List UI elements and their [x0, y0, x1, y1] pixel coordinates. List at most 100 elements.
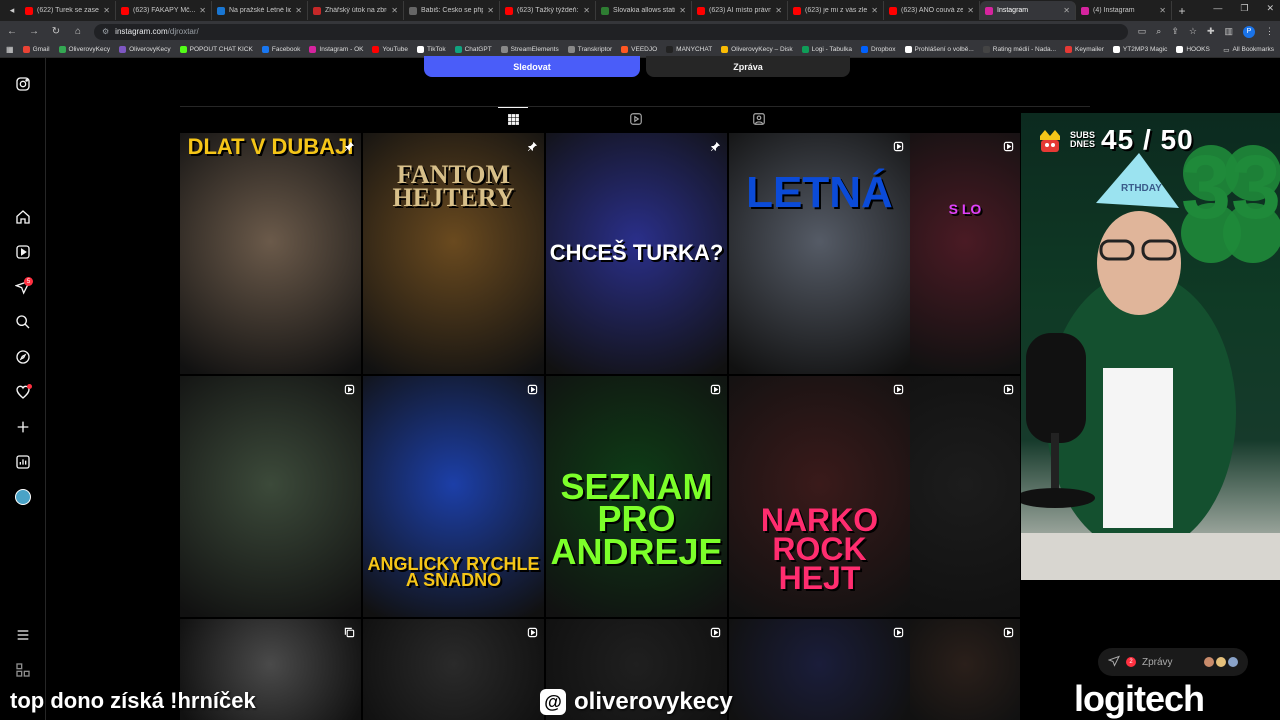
create-nav-icon[interactable] [13, 417, 33, 437]
post-tile[interactable]: LETNÁ [729, 133, 910, 374]
home-icon[interactable]: ⌂ [72, 26, 84, 37]
bookmark-item[interactable]: Prohlášení o volbě... [904, 46, 974, 53]
tab-close-icon[interactable]: ✕ [295, 6, 302, 15]
browser-tab[interactable]: (623) je mi z vás zle -...✕ [788, 1, 884, 20]
bookmark-item[interactable]: Dropbox [860, 46, 896, 53]
tab-close-icon[interactable]: ✕ [103, 6, 110, 15]
profile-avatar[interactable]: P [1243, 25, 1255, 38]
bookmark-item[interactable]: Gmail [22, 46, 50, 53]
bookmark-item[interactable]: YouTube [372, 46, 408, 53]
post-tile[interactable]: DLAT V DUBAJI [180, 133, 361, 374]
browser-tab[interactable]: Babiš: Česko se připoj... ✕ [404, 1, 500, 20]
post-tile[interactable] [729, 619, 910, 720]
maximize-icon[interactable]: ❐ [1240, 3, 1248, 14]
explore-nav-icon[interactable] [13, 347, 33, 367]
follow-button[interactable]: Sledovat [424, 56, 640, 77]
more-menu-icon[interactable] [13, 625, 33, 645]
tab-close-icon[interactable]: ✕ [967, 6, 974, 15]
meta-apps-icon[interactable] [13, 660, 33, 680]
post-tile[interactable]: CHCEŠ TURKA? [546, 133, 727, 374]
tab-close-icon[interactable]: ✕ [1063, 6, 1070, 15]
tab-close-icon[interactable]: ✕ [679, 6, 686, 15]
messages-pill[interactable]: 2 Zprávy [1098, 648, 1248, 676]
post-tile[interactable]: NARKO ROCK HEJT [729, 376, 910, 617]
sidepanel-icon[interactable]: ▥ [1224, 26, 1233, 37]
dashboard-nav-icon[interactable] [13, 452, 33, 472]
bookmark-item[interactable]: OliverovyKecy [119, 46, 171, 53]
extensions-icon[interactable]: ✚ [1207, 26, 1215, 37]
reels-nav-icon[interactable] [13, 242, 33, 262]
cast-icon[interactable]: ▭ [1138, 26, 1147, 37]
browser-tab[interactable]: (622) Turek se zase ze... ✕ [20, 1, 116, 20]
tab-close-icon[interactable]: ✕ [1159, 6, 1166, 15]
bookmark-item[interactable]: Keymailer [1065, 46, 1104, 53]
bookmark-item[interactable]: MANYCHAT [666, 46, 712, 53]
search-nav-icon[interactable] [13, 312, 33, 332]
bookmark-item[interactable]: YT2MP3 Magic [1112, 46, 1167, 53]
tab-close-icon[interactable]: ✕ [391, 6, 398, 15]
instagram-logo-icon[interactable] [13, 74, 33, 94]
reload-icon[interactable]: ↻ [50, 26, 62, 37]
browser-tab[interactable]: Instagram ✕ [980, 1, 1076, 20]
bookmark-label: Dropbox [870, 46, 896, 53]
profile-nav-avatar[interactable] [13, 487, 33, 507]
post-tile[interactable]: SEZNAM PRO ANDREJE [546, 376, 727, 617]
bookmark-item[interactable]: TikTok [417, 46, 446, 53]
all-bookmarks-label: All Bookmarks [1232, 46, 1274, 53]
bookmark-item[interactable]: Facebook [261, 46, 300, 53]
tab-close-icon[interactable]: ✕ [487, 6, 494, 15]
menu-icon[interactable]: ⋮ [1265, 26, 1274, 37]
bookmark-item[interactable]: POPOUT CHAT KICK [179, 46, 253, 53]
browser-tab[interactable]: (623) FAKAPY Mč... ✕ [116, 1, 212, 20]
tab-close-icon[interactable]: ✕ [583, 6, 590, 15]
bookmark-item[interactable]: Instagram - OK [309, 46, 363, 53]
tab-posts[interactable] [498, 107, 528, 131]
post-tile[interactable] [910, 376, 1020, 617]
browser-tab[interactable]: (4) Instagram ✕ [1076, 1, 1172, 20]
all-bookmarks[interactable]: ▭ All Bookmarks [1223, 46, 1274, 54]
post-tile[interactable] [910, 619, 1020, 720]
bookmark-item[interactable]: Transkriptor [567, 46, 612, 53]
browser-tab[interactable]: (623) ANO couvá ze z...✕ [884, 1, 980, 20]
forward-icon[interactable]: → [28, 26, 40, 37]
tab-favicon-icon [889, 6, 897, 15]
post-tile[interactable] [180, 376, 361, 617]
site-info-icon[interactable]: ⚙ [102, 27, 109, 36]
tab-tagged[interactable] [744, 107, 774, 131]
bookmark-label: OliverovyKecy – Disk [731, 46, 793, 53]
post-tile[interactable] [363, 619, 544, 720]
bookmark-item[interactable]: HOOKS [1176, 46, 1210, 53]
post-tile[interactable]: FANTOM HEJTERY [363, 133, 544, 374]
post-tile[interactable]: S LO [910, 133, 1020, 374]
bookmark-item[interactable]: StreamElements [500, 46, 559, 53]
bookmark-item[interactable]: Logi - Tabulka [801, 46, 852, 53]
bookmark-item[interactable]: VEEDJO [621, 46, 657, 53]
tab-close-icon[interactable]: ✕ [775, 6, 782, 15]
tab-close-icon[interactable]: ✕ [871, 6, 878, 15]
browser-tab[interactable]: Na pražské Letné lid... ✕ [212, 1, 308, 20]
bookmark-favicon-icon [22, 46, 30, 53]
tab-search-icon[interactable]: ◂ [4, 3, 20, 19]
bookmark-item[interactable]: Rating médií - Nada... [982, 46, 1056, 53]
share-icon[interactable]: ⇪ [1171, 26, 1179, 37]
new-tab-button[interactable]: + [1172, 4, 1192, 18]
bookmark-star-icon[interactable]: ☆ [1189, 26, 1197, 37]
bookmark-item[interactable]: OliverovyKecy – Disk [721, 46, 793, 53]
bookmark-item[interactable]: ChatGPT [454, 46, 492, 53]
back-icon[interactable]: ← [6, 26, 18, 37]
home-nav-icon[interactable] [13, 207, 33, 227]
apps-icon[interactable]: ▦ [6, 45, 14, 54]
address-bar[interactable]: ⚙ instagram.com/djroxtar/ [94, 23, 1128, 40]
browser-tab[interactable]: (623) AI místo právníků...✕ [692, 1, 788, 20]
bookmark-item[interactable]: OliverovyKecy [58, 46, 110, 53]
browser-tab[interactable]: Žhářský útok na zbroj... ✕ [308, 1, 404, 20]
tab-close-icon[interactable]: ✕ [199, 6, 206, 15]
zoom-icon[interactable]: ⌕ [1156, 26, 1161, 37]
minimize-icon[interactable]: — [1213, 3, 1222, 14]
post-tile[interactable]: ANGLICKY RYCHLE A SNADNO [363, 376, 544, 617]
close-window-icon[interactable]: ✕ [1266, 3, 1274, 14]
browser-tab[interactable]: Slovakia allows station...✕ [596, 1, 692, 20]
browser-tab[interactable]: (623) Ťažký týždeň: O... ✕ [500, 1, 596, 20]
tab-reels[interactable] [621, 107, 651, 131]
message-button[interactable]: Zpráva [646, 56, 850, 77]
